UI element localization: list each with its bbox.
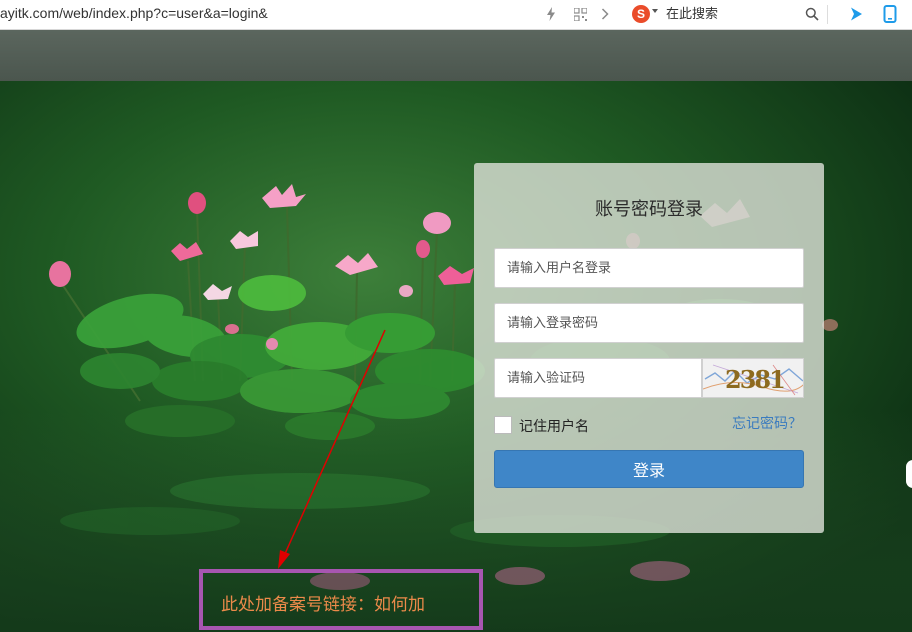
login-panel: 账号密码登录 2381 记住用户名 忘记密码？ 登录 (474, 163, 824, 533)
captcha-text: 2381 (725, 365, 784, 394)
forgot-password-link[interactable]: 忘记密码？ (732, 413, 802, 433)
username-input[interactable] (494, 248, 804, 288)
page-header (0, 30, 912, 81)
toolbar-divider (827, 5, 828, 24)
qr-code-icon[interactable] (572, 4, 588, 24)
remember-checkbox[interactable] (494, 416, 512, 434)
lightning-icon[interactable] (544, 4, 558, 24)
url-text[interactable]: ayitk.com/web/index.php?c=user&a=login& (0, 5, 268, 21)
search-icon[interactable] (804, 4, 820, 24)
annotation-text: 此处加备案号链接：如何加 (221, 595, 425, 615)
login-title: 账号密码登录 (595, 199, 703, 220)
side-scroll-handle[interactable] (906, 460, 912, 488)
play-icon[interactable] (846, 4, 866, 24)
remember-label: 记住用户名 (519, 419, 589, 435)
chevron-down-icon[interactable] (652, 9, 658, 13)
captcha-image[interactable]: 2381 (702, 358, 804, 398)
chevron-right-icon[interactable] (598, 4, 612, 24)
captcha-input[interactable] (494, 358, 702, 398)
password-input[interactable] (494, 303, 804, 343)
phone-icon[interactable] (880, 4, 900, 24)
browser-address-bar: ayitk.com/web/index.php?c=user&a=login& … (0, 0, 912, 30)
login-button[interactable]: 登录 (494, 450, 804, 488)
annotation-box: 此处加备案号链接：如何加 (199, 569, 483, 630)
browser-search-input[interactable] (666, 4, 806, 24)
search-engine-logo[interactable]: S (632, 5, 650, 23)
